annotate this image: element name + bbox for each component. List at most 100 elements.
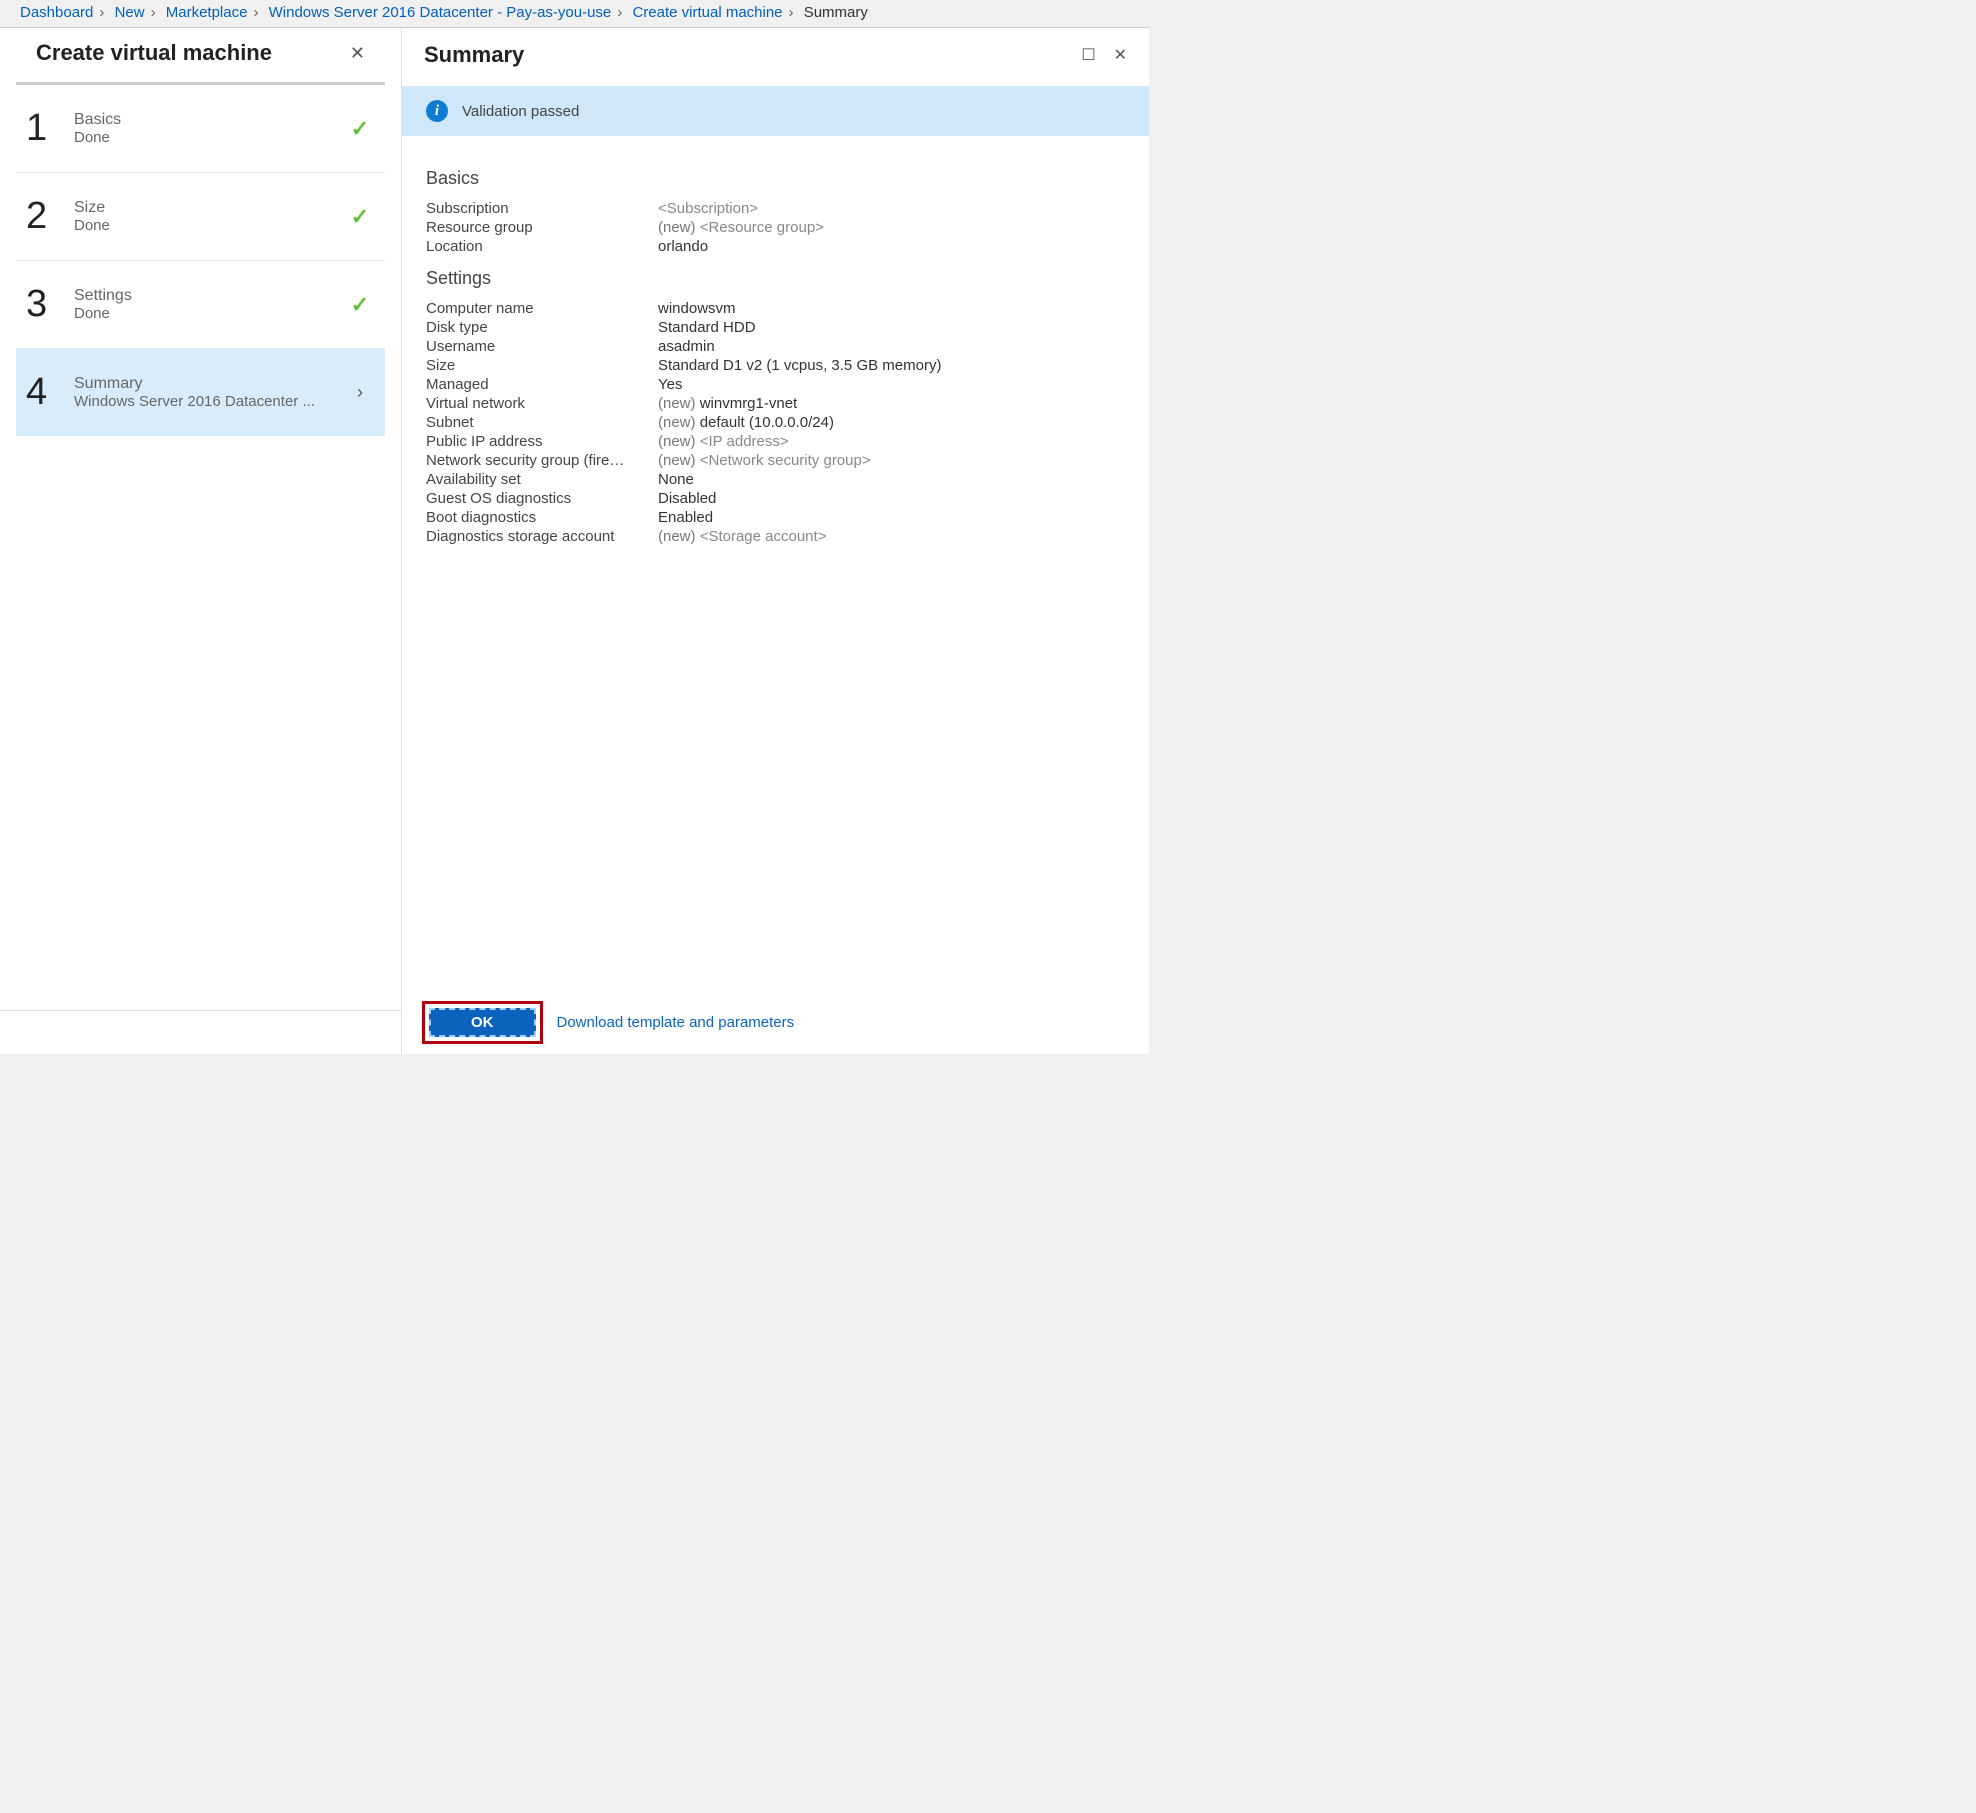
breadcrumb-link[interactable]: Dashboard <box>20 4 93 21</box>
summary-row: Public IP address(new) <IP address> <box>426 432 1125 451</box>
close-icon[interactable]: ✕ <box>350 43 365 64</box>
step-number: 4 <box>26 371 74 414</box>
summary-row: Guest OS diagnosticsDisabled <box>426 489 1125 508</box>
summary-key: Resource group <box>426 219 658 236</box>
summary-value: None <box>658 471 694 488</box>
summary-key: Availability set <box>426 471 658 488</box>
wizard-step-basics[interactable]: 1BasicsDone ✓ <box>16 85 385 173</box>
summary-row: Usernameasadmin <box>426 337 1125 356</box>
wizard-step-settings[interactable]: 3SettingsDone✓ <box>16 261 385 349</box>
value-text: Enabled <box>658 509 713 526</box>
summary-value: Standard HDD <box>658 319 756 336</box>
close-icon[interactable]: ✕ <box>1114 47 1127 64</box>
summary-key: Guest OS diagnostics <box>426 490 658 507</box>
summary-row: Locationorlando <box>426 237 1125 256</box>
maximize-icon[interactable]: ☐ <box>1081 47 1095 64</box>
breadcrumb: Dashboard› New› Marketplace› Windows Ser… <box>0 0 1149 28</box>
summary-key: Subscription <box>426 200 658 217</box>
summary-value: asadmin <box>658 338 715 355</box>
breadcrumb-link[interactable]: Create virtual machine <box>632 4 782 21</box>
step-number: 2 <box>26 195 74 238</box>
summary-key: Managed <box>426 376 658 393</box>
summary-title: Summary <box>424 42 524 68</box>
summary-key: Boot diagnostics <box>426 509 658 526</box>
checkmark-icon: ✓ <box>351 116 369 141</box>
breadcrumb-link[interactable]: New <box>115 4 145 21</box>
chevron-right-icon: › <box>145 4 162 21</box>
summary-key: Public IP address <box>426 433 658 450</box>
section-heading-basics: Basics <box>426 168 1125 189</box>
value-prefix: (new) <box>658 528 700 545</box>
summary-value: (new) <Network security group> <box>658 452 871 469</box>
summary-row: Diagnostics storage account(new) <Storag… <box>426 527 1125 546</box>
ok-button-highlight: OK <box>422 1001 543 1044</box>
summary-key: Virtual network <box>426 395 658 412</box>
summary-value: Standard D1 v2 (1 vcpus, 3.5 GB memory) <box>658 357 941 374</box>
step-title: Settings <box>74 287 345 305</box>
summary-value: (new) default (10.0.0.0/24) <box>658 414 834 431</box>
summary-key: Network security group (fire… <box>426 452 658 469</box>
checkmark-icon: ✓ <box>351 204 369 229</box>
wizard-steps-panel: Create virtual machine ✕ 1BasicsDone✓2Si… <box>0 28 402 1054</box>
step-title: Summary <box>74 375 345 393</box>
breadcrumb-link[interactable]: Windows Server 2016 Datacenter - Pay-as-… <box>269 4 612 21</box>
chevron-right-icon: › <box>357 382 363 402</box>
value-text: asadmin <box>658 338 715 355</box>
wizard-step-summary[interactable]: 4SummaryWindows Server 2016 Datacenter .… <box>16 349 385 436</box>
summary-value: (new) <IP address> <box>658 433 789 450</box>
value-prefix: (new) <box>658 452 700 469</box>
validation-text: Validation passed <box>462 103 579 120</box>
summary-key: Subnet <box>426 414 658 431</box>
step-number: 3 <box>26 283 74 326</box>
chevron-right-icon: › <box>247 4 264 21</box>
summary-key: Size <box>426 357 658 374</box>
step-subtitle: Done <box>74 217 345 234</box>
summary-row: Disk typeStandard HDD <box>426 318 1125 337</box>
value-prefix: (new) <box>658 433 700 450</box>
value-text: <Network security group> <box>700 452 871 469</box>
summary-panel: Summary ☐ ✕ i Validation passed Basics S… <box>402 28 1149 1054</box>
step-subtitle: Done <box>74 129 345 146</box>
summary-value: (new) <Storage account> <box>658 528 826 545</box>
download-template-link[interactable]: Download template and parameters <box>557 1014 795 1031</box>
summary-value: (new) winvmrg1-vnet <box>658 395 797 412</box>
validation-banner: i Validation passed <box>402 86 1149 136</box>
summary-row: Subscription<Subscription> <box>426 199 1125 218</box>
step-number: 1 <box>26 107 74 150</box>
summary-key: Disk type <box>426 319 658 336</box>
summary-row: Availability setNone <box>426 470 1125 489</box>
summary-value: Enabled <box>658 509 713 526</box>
summary-row: Network security group (fire…(new) <Netw… <box>426 451 1125 470</box>
step-title: Size <box>74 199 345 217</box>
panel-title: Create virtual machine <box>36 40 272 66</box>
summary-key: Location <box>426 238 658 255</box>
summary-row: Virtual network(new) winvmrg1-vnet <box>426 394 1125 413</box>
summary-value: Disabled <box>658 490 716 507</box>
summary-row: Boot diagnosticsEnabled <box>426 508 1125 527</box>
value-prefix: (new) <box>658 395 700 412</box>
summary-key: Username <box>426 338 658 355</box>
value-prefix: (new) <box>658 219 700 236</box>
summary-row: Computer namewindowsvm <box>426 299 1125 318</box>
breadcrumb-current: Summary <box>804 4 868 21</box>
summary-row: SizeStandard D1 v2 (1 vcpus, 3.5 GB memo… <box>426 356 1125 375</box>
value-text: Disabled <box>658 490 716 507</box>
breadcrumb-link[interactable]: Marketplace <box>166 4 248 21</box>
value-text: default (10.0.0.0/24) <box>700 414 834 431</box>
wizard-step-size[interactable]: 2SizeDone ✓ <box>16 173 385 261</box>
info-icon: i <box>426 100 448 122</box>
summary-key: Diagnostics storage account <box>426 528 658 545</box>
summary-value: Yes <box>658 376 682 393</box>
chevron-right-icon: › <box>783 4 800 21</box>
step-subtitle: Windows Server 2016 Datacenter ... <box>74 393 345 410</box>
value-prefix: (new) <box>658 414 700 431</box>
value-text: orlando <box>658 238 708 255</box>
value-text: <Resource group> <box>700 219 824 236</box>
value-text: <Subscription> <box>658 200 758 217</box>
section-heading-settings: Settings <box>426 268 1125 289</box>
value-text: Standard D1 v2 (1 vcpus, 3.5 GB memory) <box>658 357 941 374</box>
step-title: Basics <box>74 111 345 129</box>
ok-button[interactable]: OK <box>429 1008 536 1037</box>
summary-row: Subnet(new) default (10.0.0.0/24) <box>426 413 1125 432</box>
value-text: Yes <box>658 376 682 393</box>
